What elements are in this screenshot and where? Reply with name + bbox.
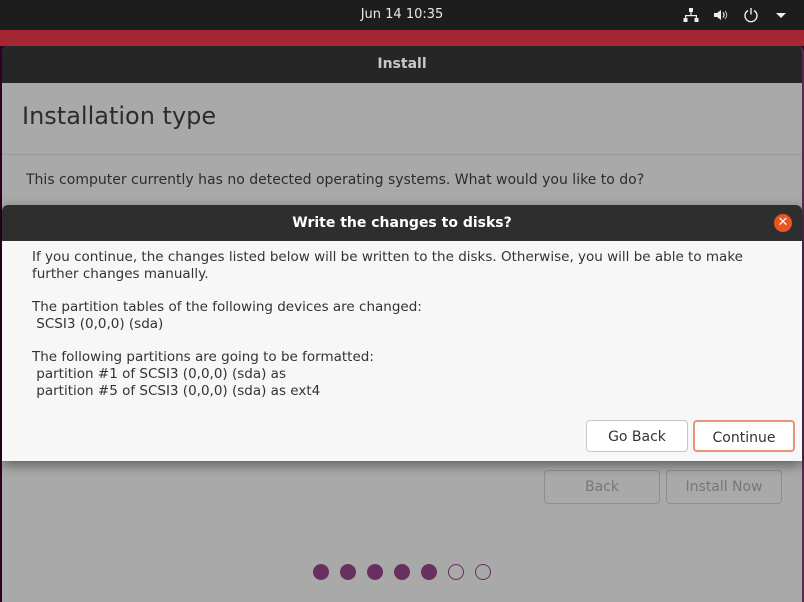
progress-dot-pending <box>448 564 464 580</box>
window-title: Install <box>2 46 802 83</box>
dialog-intro: If you continue, the changes listed belo… <box>32 249 743 282</box>
close-icon[interactable]: ✕ <box>774 214 792 232</box>
network-icon[interactable] <box>682 6 700 24</box>
format-heading: The following partitions are going to be… <box>32 349 374 365</box>
dialog-body: If you continue, the changes listed belo… <box>2 241 802 400</box>
progress-dot-complete <box>421 564 437 580</box>
progress-dot-pending <box>475 564 491 580</box>
page-title: Installation type <box>22 102 217 130</box>
progress-dot-complete <box>367 564 383 580</box>
divider <box>2 154 802 155</box>
desktop-background <box>0 30 804 46</box>
top-bar: Jun 14 10:35 <box>0 0 804 30</box>
system-tray[interactable] <box>682 6 790 24</box>
dialog-title: Write the changes to disks? <box>292 215 512 231</box>
dialog-titlebar: Write the changes to disks? ✕ <box>2 205 802 241</box>
progress-dot-complete <box>394 564 410 580</box>
install-now-button[interactable]: Install Now <box>666 470 782 504</box>
progress-dot-complete <box>340 564 356 580</box>
menu-arrow-icon[interactable] <box>772 6 790 24</box>
question-text: This computer currently has no detected … <box>26 172 645 188</box>
progress-dot-complete <box>313 564 329 580</box>
volume-icon[interactable] <box>712 6 730 24</box>
partition-item: partition #1 of SCSI3 (0,0,0) (sda) as <box>32 366 286 382</box>
back-button[interactable]: Back <box>544 470 660 504</box>
confirm-dialog: Write the changes to disks? ✕ If you con… <box>2 205 802 461</box>
device-item: SCSI3 (0,0,0) (sda) <box>32 316 164 332</box>
power-icon[interactable] <box>742 6 760 24</box>
partition-item: partition #5 of SCSI3 (0,0,0) (sda) as e… <box>32 383 321 399</box>
tables-heading: The partition tables of the following de… <box>32 299 422 315</box>
progress-dots <box>313 564 491 580</box>
go-back-button[interactable]: Go Back <box>586 420 688 452</box>
continue-button[interactable]: Continue <box>693 420 795 452</box>
